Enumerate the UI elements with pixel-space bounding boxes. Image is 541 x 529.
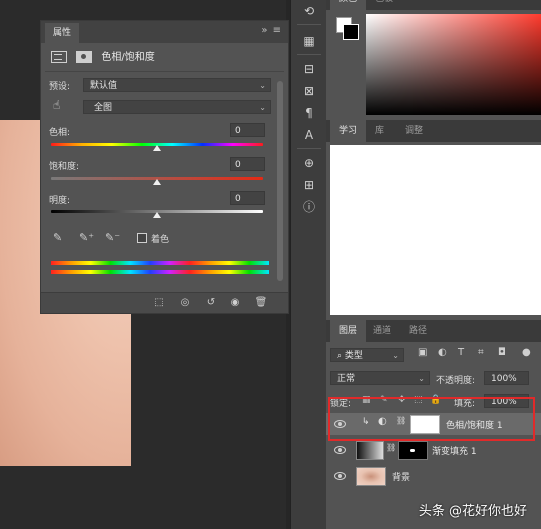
- tab-adjustments[interactable]: 调整: [396, 120, 432, 142]
- color-tabbar: 颜色 色板: [326, 0, 541, 10]
- tab-learn[interactable]: 学习: [330, 120, 367, 142]
- reset-icon[interactable]: ↺: [203, 296, 219, 310]
- adjustment-title-row: 色相/饱和度: [51, 49, 155, 67]
- chevron-down-icon: ⌄: [418, 374, 425, 383]
- lightness-input[interactable]: 0: [230, 191, 265, 205]
- info-icon[interactable]: ⓘ: [299, 198, 319, 216]
- tab-layers[interactable]: 图层: [330, 320, 367, 342]
- visibility-eye-icon[interactable]: [334, 472, 346, 480]
- channel-select[interactable]: 全图 ⌄: [83, 100, 271, 114]
- grid-icon[interactable]: ▦: [299, 32, 319, 50]
- tab-properties[interactable]: 属性: [45, 23, 80, 43]
- layer-mask-icon[interactable]: [76, 51, 93, 63]
- filter-smart-object-icon[interactable]: ◘: [498, 347, 506, 358]
- hue-input[interactable]: 0: [230, 123, 265, 137]
- eyedropper-subtract-icon[interactable]: ✎⁻: [105, 231, 120, 244]
- link-chain-icon: ⛓: [386, 443, 397, 452]
- eyedropper-icon[interactable]: ✎: [53, 231, 62, 244]
- layers-tabbar: 图层 通道 路径: [326, 320, 541, 342]
- hue-saturation-icon[interactable]: [51, 51, 67, 63]
- tab-channels[interactable]: 通道: [364, 320, 400, 342]
- divider: [297, 148, 321, 149]
- filter-pixel-icon[interactable]: ▣: [418, 347, 427, 358]
- chevron-down-icon: ⌄: [259, 81, 266, 90]
- preset-value: 默认值: [90, 81, 118, 91]
- properties-footer: ⬚ ◎ ↺ ◉ 🗑: [41, 292, 288, 313]
- lightness-slider-thumb[interactable]: [153, 212, 161, 218]
- divider: [297, 54, 321, 55]
- opacity-input[interactable]: 100%: [484, 371, 529, 385]
- search-icon: ⌕: [337, 351, 345, 361]
- tab-color[interactable]: 颜色: [330, 0, 367, 10]
- adjustment-title: 色相/饱和度: [101, 52, 155, 63]
- right-panels: 颜色 色板 学习 库 调整 图层 通道 路径 ⌕ 类型 ⌄ ▣ ◐ T ⌗ ◘ …: [326, 0, 541, 529]
- output-color-bar: [51, 270, 269, 274]
- properties-panel: 属性 » ≡ 色相/饱和度 预设: 默认值 ⌄ ☝ 全图 ⌄ 色相: 0 饱和度…: [40, 20, 289, 314]
- filter-toggle-icon[interactable]: ●: [522, 347, 531, 358]
- brush-icon[interactable]: ⊠: [299, 82, 319, 100]
- clip-to-layer-icon[interactable]: ⬚: [151, 296, 167, 310]
- filter-type-icon[interactable]: T: [458, 347, 464, 358]
- opacity-value: 100%: [491, 374, 517, 384]
- opacity-label: 不透明度:: [436, 376, 476, 386]
- learn-panel-content: [330, 145, 541, 315]
- preset-label: 预设:: [49, 82, 71, 92]
- panel-menu-icon[interactable]: » ≡: [261, 25, 282, 36]
- layer-row-gradient-fill[interactable]: ⛓ 渐变填充 1: [326, 439, 541, 461]
- divider: [45, 71, 284, 72]
- layer-name[interactable]: 背景: [392, 470, 410, 483]
- chevron-down-icon: ⌄: [259, 103, 266, 112]
- hue-slider-thumb[interactable]: [153, 145, 161, 151]
- gradient-thumbnail[interactable]: [356, 441, 384, 460]
- character-icon[interactable]: A: [299, 126, 319, 144]
- properties-scrollbar[interactable]: [277, 81, 283, 281]
- layer-mask-thumbnail[interactable]: [398, 441, 428, 460]
- delete-trash-icon[interactable]: 🗑: [253, 296, 269, 310]
- preset-select[interactable]: 默认值 ⌄: [83, 78, 271, 92]
- blend-mode-select[interactable]: 正常 ⌄: [330, 371, 430, 385]
- swatches-icon[interactable]: ⊞: [299, 176, 319, 194]
- glyph-icon[interactable]: ⊕: [299, 154, 319, 172]
- lightness-label: 明度:: [49, 196, 71, 206]
- properties-tabbar: 属性 » ≡: [41, 21, 288, 43]
- colorize-checkbox[interactable]: [137, 233, 147, 243]
- eyedropper-add-icon[interactable]: ✎⁺: [79, 231, 94, 244]
- highlight-box: [328, 397, 535, 441]
- paragraph-icon[interactable]: ¶: [299, 104, 319, 122]
- channel-value: 全图: [94, 103, 113, 113]
- tab-swatches[interactable]: 色板: [366, 0, 402, 10]
- divider: [297, 24, 321, 25]
- collapsed-panel-strip: ⟲ ▦ ⊟ ⊠ ¶ A ⊕ ⊞ ⓘ: [290, 0, 327, 529]
- background-color-swatch[interactable]: [343, 24, 359, 40]
- visibility-eye-icon[interactable]: ◉: [227, 296, 243, 310]
- tab-paths[interactable]: 路径: [400, 320, 436, 342]
- saturation-input[interactable]: 0: [230, 157, 265, 171]
- layer-row-background[interactable]: 背景: [326, 465, 541, 487]
- view-previous-state-icon[interactable]: ◎: [177, 296, 193, 310]
- saturation-slider-thumb[interactable]: [153, 179, 161, 185]
- hue-label: 色相:: [49, 128, 71, 138]
- visibility-eye-icon[interactable]: [334, 446, 346, 454]
- chevron-down-icon: ⌄: [392, 351, 399, 360]
- background-thumbnail[interactable]: [356, 467, 386, 486]
- colorize-label: 着色: [151, 235, 170, 245]
- saturation-label: 饱和度:: [49, 162, 80, 172]
- adjust-icon[interactable]: ⊟: [299, 60, 319, 78]
- blend-mode-value: 正常: [337, 374, 356, 384]
- filter-value: 类型: [344, 351, 363, 361]
- filter-adjustment-icon[interactable]: ◐: [438, 347, 447, 358]
- tab-libraries[interactable]: 库: [366, 120, 393, 142]
- history-icon[interactable]: ⟲: [299, 2, 319, 20]
- targeted-adjustment-hand-icon[interactable]: ☝: [53, 98, 60, 112]
- watermark-text: 头条 @花好你也好: [418, 504, 527, 519]
- layer-name[interactable]: 渐变填充 1: [432, 444, 477, 457]
- input-color-bar: [51, 261, 269, 265]
- layer-filter-select[interactable]: ⌕ 类型 ⌄: [330, 348, 404, 362]
- filter-shape-icon[interactable]: ⌗: [478, 347, 484, 358]
- color-picker-field[interactable]: [366, 14, 541, 115]
- learn-tabbar: 学习 库 调整: [326, 120, 541, 142]
